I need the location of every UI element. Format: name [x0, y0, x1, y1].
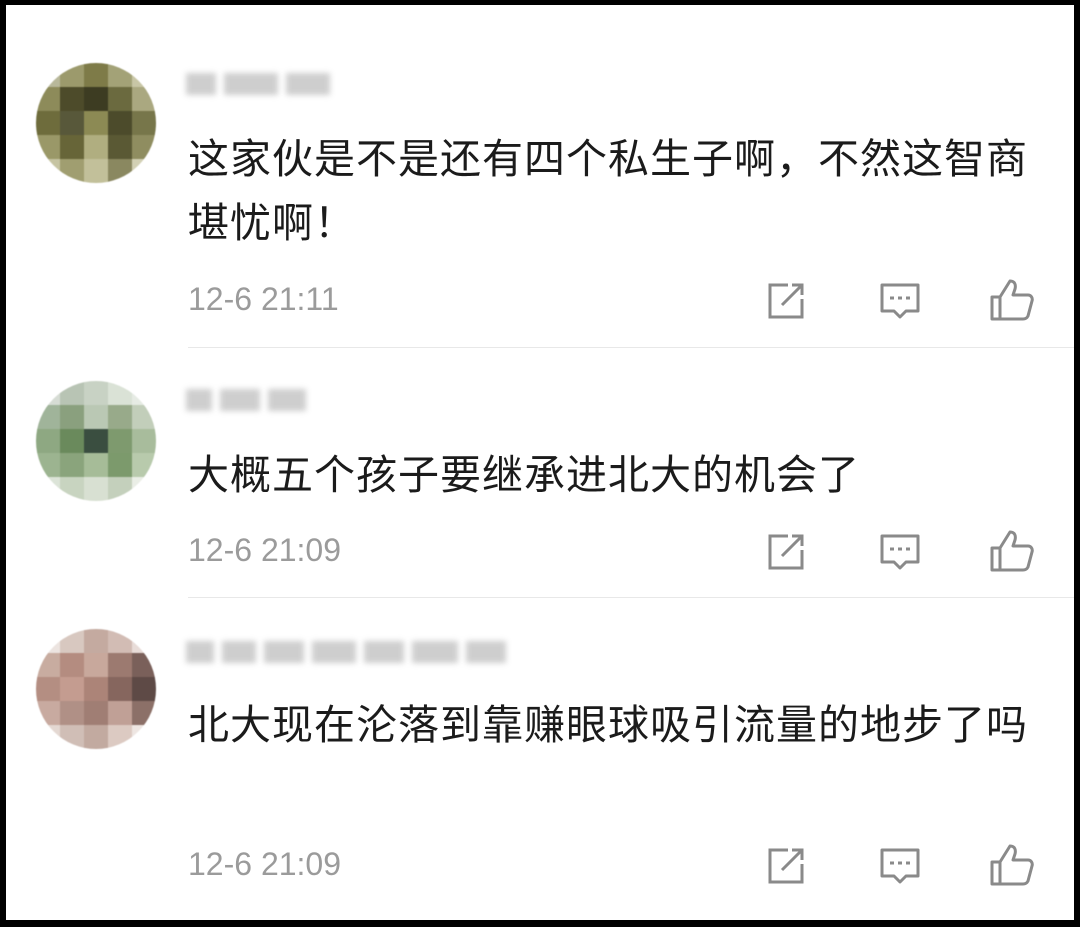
share-icon: [768, 848, 804, 884]
comment-icon: [880, 534, 920, 570]
comment-icon: [880, 283, 920, 319]
thumbs-up-icon: [990, 530, 1034, 572]
reply-button[interactable]: [876, 528, 924, 576]
divider: [188, 347, 1074, 348]
avatar[interactable]: [36, 63, 156, 183]
like-button[interactable]: [988, 528, 1036, 576]
comment-icon: [880, 848, 920, 884]
username-blur: [186, 73, 356, 117]
comment-text: 北大现在沦落到靠赚眼球吸引流量的地步了吗: [188, 701, 1028, 749]
divider: [188, 597, 1074, 598]
like-button[interactable]: [988, 842, 1036, 890]
comment-time: 12-6 21:11: [188, 281, 339, 317]
avatar[interactable]: [36, 629, 156, 749]
like-button[interactable]: [988, 277, 1036, 325]
username-blur: [186, 641, 516, 685]
thumbs-up-icon: [990, 279, 1034, 321]
comment-time: 12-6 21:09: [188, 846, 342, 882]
username-blur: [186, 389, 316, 433]
share-button[interactable]: [762, 842, 810, 890]
reply-button[interactable]: [876, 842, 924, 890]
comment-list: 这家伙是不是还有四个私生子啊，不然这智商堪忧啊！ 12-6 21:11 大概五个…: [6, 5, 1074, 920]
share-icon: [768, 283, 804, 319]
comment-time: 12-6 21:09: [188, 532, 342, 568]
comment-text: 大概五个孩子要继承进北大的机会了: [188, 451, 860, 499]
share-button[interactable]: [762, 528, 810, 576]
reply-button[interactable]: [876, 277, 924, 325]
share-button[interactable]: [762, 277, 810, 325]
thumbs-up-icon: [990, 844, 1034, 886]
share-icon: [768, 534, 804, 570]
comment-text: 这家伙是不是还有四个私生子啊，不然这智商堪忧啊！: [188, 135, 1028, 247]
avatar[interactable]: [36, 381, 156, 501]
